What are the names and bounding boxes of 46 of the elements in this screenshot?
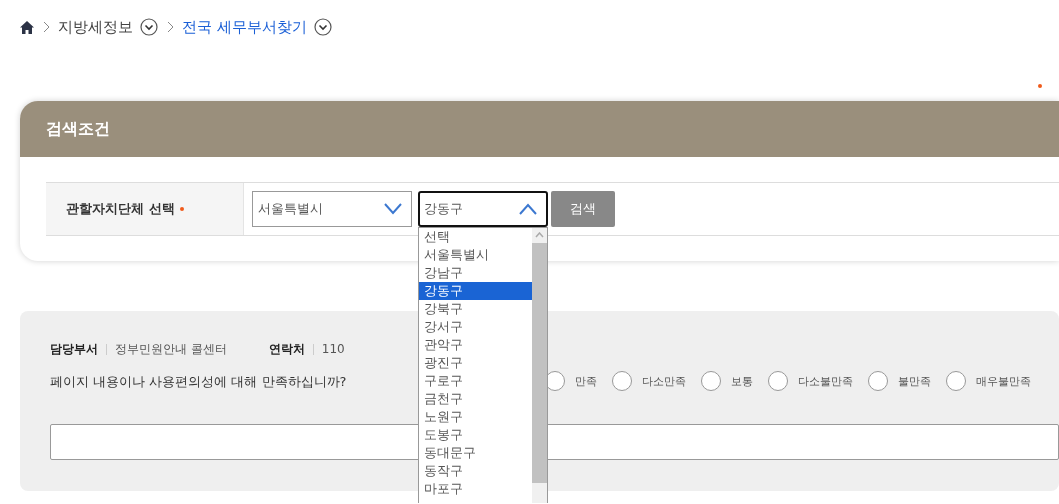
radio-button[interactable] [868,371,888,391]
radio-label: 다소불만족 [798,373,853,389]
dropdown-option[interactable]: 노원구 [419,408,532,426]
radio-label: 보통 [731,373,753,389]
home-icon [20,20,34,34]
chevron-down-icon [383,203,403,215]
radio-button[interactable] [701,371,721,391]
dropdown-circle-icon [140,18,158,36]
dropdown-option[interactable]: 강동구 [419,282,532,300]
contact-label: 담당부서 [50,340,98,358]
dropdown-option[interactable]: 마포구 [419,480,532,498]
radio-button[interactable] [768,371,788,391]
dropdown-option[interactable]: 구로구 [419,372,532,390]
dropdown-option[interactable]: 서울특별시 [419,246,532,264]
dropdown-option[interactable]: 동작구 [419,462,532,480]
dropdown-option[interactable]: 강남구 [419,264,532,282]
radio-label: 매우불만족 [976,373,1031,389]
chevron-right-icon [43,21,51,33]
dropdown-option[interactable]: 금천구 [419,390,532,408]
contact-label: 연락처 [268,340,305,358]
select-field[interactable]: 강동구 [418,191,548,227]
breadcrumb-link[interactable]: 전국 세무부서찾기 [182,17,307,37]
survey-question: 페이지 내용이나 사용편의성에 대해 만족하십니까? [50,374,347,389]
dropdown-circle-icon [313,18,332,36]
radio-label: 불만족 [898,373,931,389]
dropdown-option[interactable]: 관악구 [419,336,532,354]
radio-button[interactable] [946,371,966,391]
dropdown-option[interactable]: 선택 [419,228,532,246]
search-button[interactable]: 검색 [551,191,615,227]
card-title: 검색조건 [20,101,1059,157]
radio-button[interactable] [612,371,632,391]
select-field[interactable]: 서울특별시 [252,191,412,227]
scroll-up-icon [535,232,544,238]
dropdown-option[interactable]: 강북구 [419,300,532,318]
radio-label: 만족 [575,373,597,389]
field-label: 관할자치단체 선택 [66,200,175,218]
contact-value: 정부민원안내 콜센터 [115,340,227,358]
dropdown-option[interactable]: 도봉구 [419,426,532,444]
chevron-right-icon [167,21,175,33]
contact-value: 110 [321,342,345,356]
breadcrumb-link[interactable]: 지방세정보 [58,17,133,37]
chevron-up-icon [518,203,538,215]
dropdown-option[interactable]: 강서구 [419,318,532,336]
dropdown-option[interactable]: 동대문구 [419,444,532,462]
dropdown-option[interactable]: 광진구 [419,354,532,372]
radio-label: 다소만족 [642,373,686,389]
